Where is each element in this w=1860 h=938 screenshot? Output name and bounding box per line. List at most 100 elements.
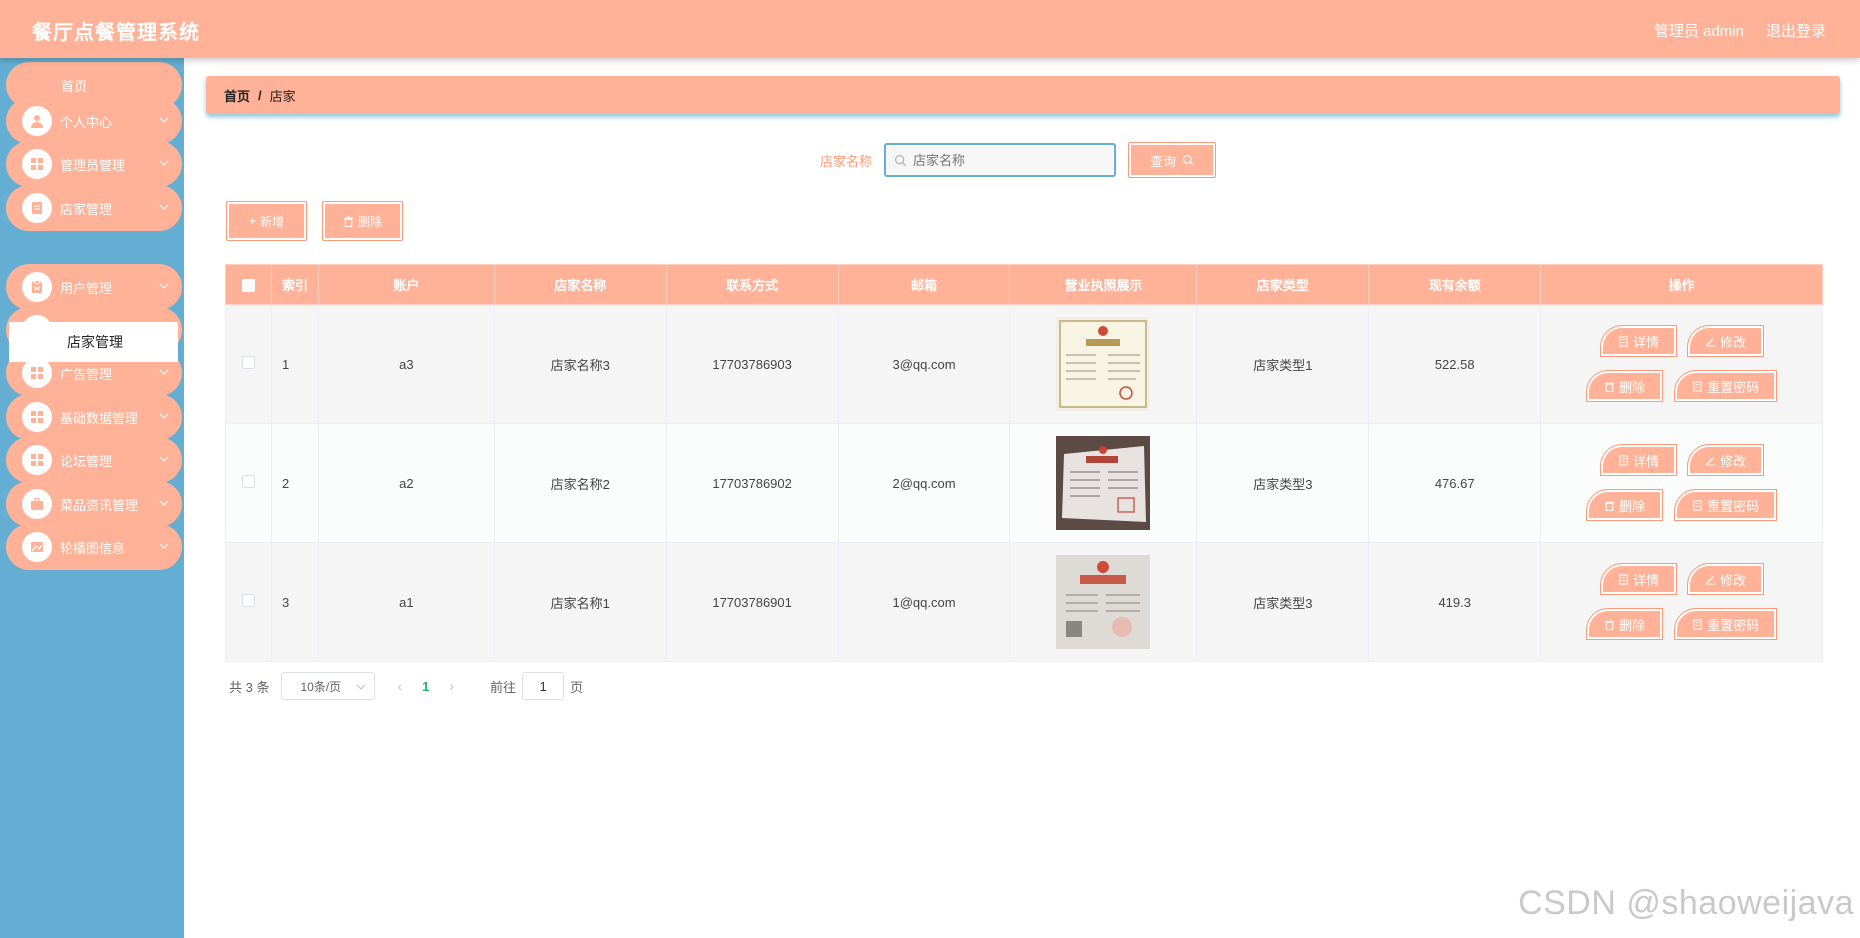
prev-page-button[interactable]: ‹ bbox=[397, 678, 402, 694]
sidebar-item-label: 店家管理 bbox=[60, 201, 113, 217]
clipboard-icon bbox=[22, 272, 52, 302]
search-icon bbox=[1182, 154, 1194, 166]
sidebar-item-9[interactable]: 菜品资讯管理 bbox=[6, 481, 182, 527]
chevron-down-icon bbox=[159, 204, 169, 210]
add-button-label: 新增 bbox=[260, 214, 285, 229]
license-image[interactable] bbox=[1056, 436, 1151, 530]
column-header: 账户 bbox=[317, 264, 495, 305]
chevron-down-icon bbox=[159, 160, 169, 166]
actions-cell: 详情 修改删除 重置密码 bbox=[1540, 304, 1823, 424]
row-select-cell bbox=[225, 542, 272, 662]
sidebar-item-label: 管理员管理 bbox=[60, 157, 126, 173]
row-checkbox[interactable] bbox=[241, 475, 255, 488]
search-label: 店家名称 bbox=[820, 153, 873, 169]
sidebar-item-label: 基础数据管理 bbox=[60, 410, 139, 426]
page-number-current[interactable]: 1 bbox=[422, 679, 429, 694]
top-header: 餐厅点餐管理系统 管理员 admin 退出登录 bbox=[0, 0, 1860, 58]
row-delete-button[interactable]: 删除 bbox=[1586, 489, 1664, 521]
column-header: 操作 bbox=[1540, 264, 1823, 305]
column-header: 店家名称 bbox=[493, 264, 667, 305]
license-image[interactable] bbox=[1056, 555, 1151, 649]
detail-button[interactable]: 详情 bbox=[1600, 325, 1678, 357]
edit-button[interactable]: 修改 bbox=[1687, 444, 1765, 476]
trash-icon bbox=[1605, 382, 1615, 392]
sidebar-item-3[interactable]: 店家管理 bbox=[6, 185, 182, 231]
grid-icon bbox=[22, 445, 52, 475]
shop-type-cell: 店家类型3 bbox=[1196, 423, 1370, 543]
sidebar-item-7[interactable]: 基础数据管理 bbox=[6, 394, 182, 440]
row-delete-button[interactable]: 删除 bbox=[1586, 608, 1664, 640]
sidebar-item-8[interactable]: 论坛管理 bbox=[6, 437, 182, 483]
trash-icon bbox=[1605, 501, 1615, 511]
select-all-cell bbox=[225, 264, 272, 305]
sidebar-item-10[interactable]: 轮播图信息 bbox=[6, 524, 182, 570]
document-icon bbox=[1693, 618, 1702, 630]
document-icon bbox=[22, 193, 52, 223]
watermark: CSDN @shaoweijava bbox=[1518, 884, 1854, 922]
goto-page-input[interactable] bbox=[522, 672, 565, 700]
breadcrumb-current: 店家 bbox=[269, 88, 296, 104]
email-cell: 1@qq.com bbox=[837, 542, 1011, 662]
document-icon bbox=[1619, 335, 1628, 347]
search-icon bbox=[895, 154, 907, 166]
column-header: 营业执照展示 bbox=[1009, 264, 1198, 305]
account-cell: a3 bbox=[317, 304, 495, 424]
balance-cell: 476.67 bbox=[1368, 423, 1542, 543]
shop-name-cell: 店家名称3 bbox=[493, 304, 667, 424]
row-delete-button[interactable]: 删除 bbox=[1586, 370, 1664, 402]
index-cell: 2 bbox=[270, 423, 319, 543]
shop-name-cell: 店家名称1 bbox=[493, 542, 667, 662]
index-cell: 3 bbox=[270, 542, 319, 662]
logout-link[interactable]: 退出登录 bbox=[1766, 20, 1826, 41]
sidebar-item-1[interactable]: 个人中心 bbox=[6, 98, 182, 144]
license-image[interactable] bbox=[1056, 317, 1151, 411]
edit-icon bbox=[1706, 337, 1716, 347]
page-size-select[interactable]: 10条/页 bbox=[281, 672, 376, 700]
reset-password-button[interactable]: 重置密码 bbox=[1674, 370, 1778, 402]
actions-cell: 详情 修改 删除 重置密码 bbox=[1540, 542, 1823, 662]
next-page-button[interactable]: › bbox=[449, 678, 454, 694]
person-icon bbox=[22, 106, 52, 136]
image-icon bbox=[22, 532, 52, 562]
breadcrumb-home[interactable]: 首页 bbox=[224, 86, 250, 105]
select-all-checkbox[interactable] bbox=[241, 279, 255, 293]
phone-cell: 17703786903 bbox=[665, 304, 839, 424]
detail-button[interactable]: 详情 bbox=[1600, 563, 1678, 595]
sidebar-item-label: 轮播图信息 bbox=[60, 540, 126, 556]
license-cell bbox=[1009, 423, 1198, 543]
search-input[interactable] bbox=[913, 152, 1104, 168]
row-checkbox[interactable] bbox=[241, 356, 255, 369]
reset-password-button[interactable]: 重置密码 bbox=[1674, 608, 1778, 640]
plus-icon: + bbox=[248, 214, 256, 228]
table-row: 3 a1 店家名称1 17703786901 1@qq.com 店家类型3 419.3 详情 修… bbox=[225, 542, 1823, 662]
search-field[interactable] bbox=[884, 143, 1117, 177]
edit-button[interactable]: 修改 bbox=[1687, 563, 1765, 595]
reset-password-button[interactable]: 重置密码 bbox=[1674, 489, 1778, 521]
search-bar: 店家名称 查询 bbox=[820, 142, 1217, 178]
goto-suffix: 页 bbox=[570, 679, 584, 695]
sidebar-subitem-shop-management[interactable]: 店家管理 bbox=[9, 322, 178, 362]
edit-button-label: 修改 bbox=[1720, 334, 1747, 350]
sidebar-item-4[interactable]: 用户管理 bbox=[6, 264, 182, 310]
detail-button[interactable]: 详情 bbox=[1600, 444, 1678, 476]
batch-delete-button[interactable]: 删除 bbox=[322, 201, 403, 241]
edit-button[interactable]: 修改 bbox=[1687, 325, 1765, 357]
row-checkbox[interactable] bbox=[241, 594, 255, 607]
chevron-down-icon bbox=[159, 283, 169, 289]
table-row: 2 a2 店家名称2 17703786902 2@qq.com 店家类型3 476.67 详情… bbox=[225, 423, 1823, 543]
row-delete-button-label: 删除 bbox=[1619, 498, 1646, 514]
header-user-area: 管理员 admin 退出登录 bbox=[1654, 20, 1826, 41]
search-button-label: 查询 bbox=[1150, 153, 1177, 169]
column-header: 现有余额 bbox=[1368, 264, 1542, 305]
pagination: 共 3 条 10条/页 ‹ 1 › 前往 页 bbox=[229, 672, 583, 700]
actions-cell: 详情 修改删除 重置密码 bbox=[1540, 423, 1823, 543]
phone-cell: 17703786902 bbox=[665, 423, 839, 543]
chevron-down-icon bbox=[159, 117, 169, 123]
detail-button-label: 详情 bbox=[1633, 572, 1660, 588]
email-cell: 2@qq.com bbox=[837, 423, 1011, 543]
briefcase-icon bbox=[22, 489, 52, 519]
chevron-down-icon bbox=[159, 543, 169, 549]
add-button[interactable]: + 新增 bbox=[226, 201, 307, 241]
sidebar-item-2[interactable]: 管理员管理 bbox=[6, 141, 182, 187]
search-button[interactable]: 查询 bbox=[1128, 142, 1217, 178]
